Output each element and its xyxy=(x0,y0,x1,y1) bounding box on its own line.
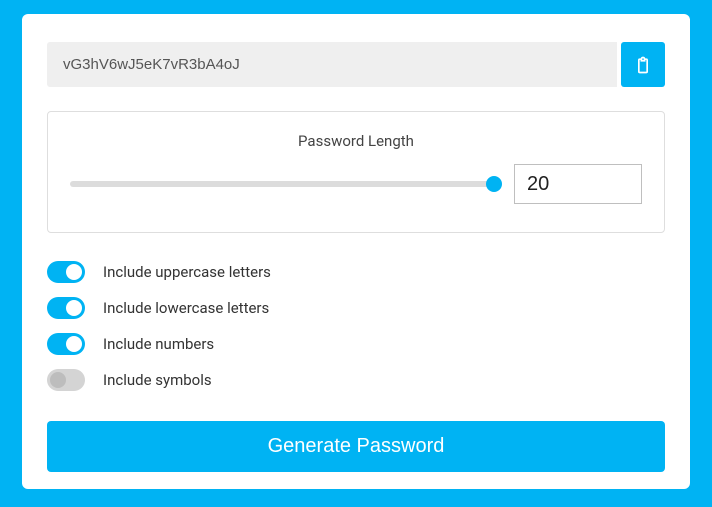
toggle-lowercase[interactable] xyxy=(47,297,85,319)
option-label: Include numbers xyxy=(103,335,214,353)
clipboard-icon xyxy=(633,55,653,75)
toggle-knob xyxy=(66,300,82,316)
option-lowercase: Include lowercase letters xyxy=(47,297,665,319)
output-row xyxy=(47,42,665,87)
option-label: Include symbols xyxy=(103,371,212,389)
option-uppercase: Include uppercase letters xyxy=(47,261,665,283)
options-section: Include uppercase letters Include lowerc… xyxy=(47,261,665,391)
option-label: Include lowercase letters xyxy=(103,299,269,317)
password-generator-card: Password Length Include uppercase letter… xyxy=(22,14,690,489)
length-slider[interactable] xyxy=(70,176,494,192)
length-section: Password Length xyxy=(47,111,665,233)
slider-track xyxy=(70,181,494,187)
password-output[interactable] xyxy=(47,42,617,87)
toggle-uppercase[interactable] xyxy=(47,261,85,283)
length-label: Password Length xyxy=(70,132,642,150)
toggle-knob xyxy=(66,336,82,352)
option-numbers: Include numbers xyxy=(47,333,665,355)
generate-button[interactable]: Generate Password xyxy=(47,421,665,472)
copy-button[interactable] xyxy=(621,42,665,87)
length-input[interactable] xyxy=(514,164,642,204)
length-row xyxy=(70,164,642,204)
toggle-symbols[interactable] xyxy=(47,369,85,391)
toggle-numbers[interactable] xyxy=(47,333,85,355)
option-symbols: Include symbols xyxy=(47,369,665,391)
toggle-knob xyxy=(50,372,66,388)
option-label: Include uppercase letters xyxy=(103,263,271,281)
slider-thumb[interactable] xyxy=(486,176,502,192)
toggle-knob xyxy=(66,264,82,280)
